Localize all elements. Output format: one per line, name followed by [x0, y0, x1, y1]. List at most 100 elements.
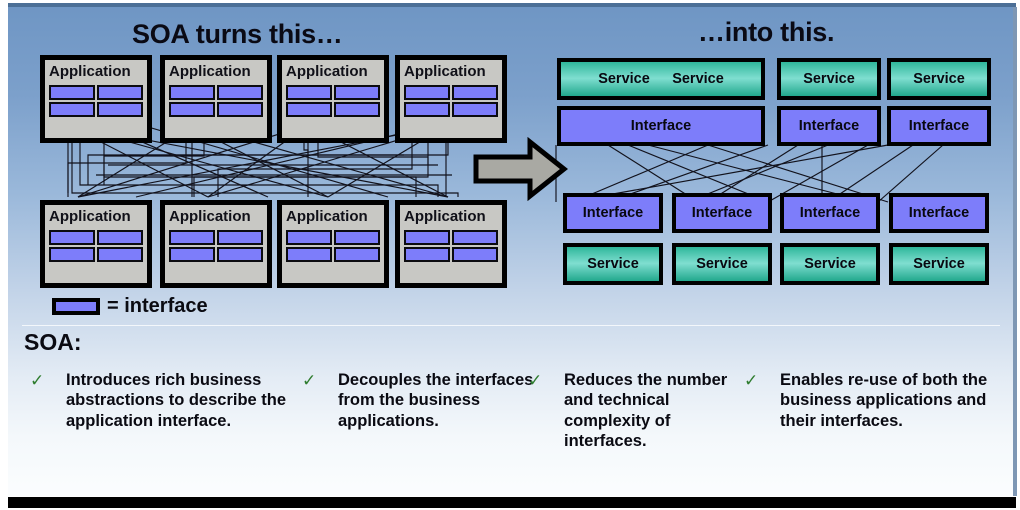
section-divider	[22, 325, 1000, 326]
service-box[interactable]: Service	[887, 58, 991, 100]
service-box[interactable]: Service	[780, 243, 880, 285]
interface-bar[interactable]	[452, 85, 498, 100]
interface-bar[interactable]	[334, 85, 380, 100]
application-box[interactable]: Application	[395, 55, 507, 143]
interface-bar[interactable]	[286, 102, 332, 117]
application-label: Application	[286, 208, 368, 225]
interface-bar[interactable]	[286, 85, 332, 100]
interface-bar[interactable]	[169, 247, 215, 262]
interface-box[interactable]: Interface	[889, 193, 989, 233]
service-box[interactable]: Service	[563, 243, 663, 285]
service-label: Service	[803, 71, 855, 87]
interface-bar[interactable]	[97, 230, 143, 245]
interface-grid	[404, 230, 498, 262]
interface-box[interactable]: Interface	[557, 106, 765, 146]
interface-bar[interactable]	[404, 230, 450, 245]
interface-bar[interactable]	[452, 230, 498, 245]
service-box[interactable]: Service	[889, 243, 989, 285]
application-label: Application	[169, 208, 251, 225]
application-box[interactable]: Application	[40, 200, 152, 288]
service-label: Service	[587, 256, 639, 272]
application-label: Application	[49, 208, 131, 225]
interface-bar[interactable]	[217, 85, 263, 100]
check-icon: ✓	[302, 371, 317, 390]
right-edge-rule	[1013, 7, 1017, 496]
service-label: Service	[696, 256, 748, 272]
application-box[interactable]: Application	[40, 55, 152, 143]
interface-bar[interactable]	[169, 85, 215, 100]
interface-grid	[286, 85, 380, 117]
interface-bar[interactable]	[49, 85, 95, 100]
interface-bar[interactable]	[217, 230, 263, 245]
interface-box[interactable]: Interface	[563, 193, 663, 233]
interface-box[interactable]: Interface	[777, 106, 881, 146]
service-label: Service	[598, 71, 650, 87]
bullet-text: Decouples the interfaces from the busine…	[338, 371, 534, 430]
application-label: Application	[404, 208, 486, 225]
application-box[interactable]: Application	[277, 200, 389, 288]
interface-bar[interactable]	[49, 102, 95, 117]
left-panel-title: SOA turns this…	[132, 19, 343, 49]
interface-bar[interactable]	[286, 247, 332, 262]
interface-grid	[169, 85, 263, 117]
application-label: Application	[404, 63, 486, 80]
application-box[interactable]: Application	[160, 55, 272, 143]
interface-label: Interface	[582, 205, 644, 221]
interface-bar[interactable]	[286, 230, 332, 245]
service-box[interactable]: Service	[672, 243, 772, 285]
interface-box[interactable]: Interface	[672, 193, 772, 233]
interface-bar[interactable]	[452, 247, 498, 262]
interface-bar[interactable]	[452, 102, 498, 117]
legend: = interface	[52, 295, 208, 318]
interface-label: Interface	[798, 118, 860, 134]
interface-bar[interactable]	[49, 230, 95, 245]
interface-bar[interactable]	[217, 102, 263, 117]
interface-box[interactable]: Interface	[887, 106, 991, 146]
service-label: Service	[804, 256, 856, 272]
interface-bar[interactable]	[169, 230, 215, 245]
check-icon: ✓	[528, 371, 543, 390]
interface-bar[interactable]	[97, 102, 143, 117]
interface-label: Interface	[630, 118, 692, 134]
interface-bar[interactable]	[404, 85, 450, 100]
interface-label: Interface	[908, 118, 970, 134]
interface-bar[interactable]	[97, 85, 143, 100]
bottom-bar	[8, 497, 1016, 508]
interface-bar[interactable]	[49, 247, 95, 262]
interface-grid	[49, 230, 143, 262]
legend-label: = interface	[107, 295, 208, 317]
application-label: Application	[286, 63, 368, 80]
service-box[interactable]: Service	[777, 58, 881, 100]
interface-box[interactable]: Interface	[780, 193, 880, 233]
interface-grid	[404, 85, 498, 117]
interface-label: Interface	[691, 205, 753, 221]
application-label: Application	[169, 63, 251, 80]
application-label: Application	[49, 63, 131, 80]
service-label: Service	[913, 71, 965, 87]
service-label: Service	[913, 256, 965, 272]
interface-bar[interactable]	[404, 102, 450, 117]
bullet-text: Enables re-use of both the business appl…	[780, 371, 988, 430]
interface-grid	[286, 230, 380, 262]
right-panel-title: …into this.	[698, 17, 835, 47]
interface-label: Interface	[908, 205, 970, 221]
interface-bar[interactable]	[169, 102, 215, 117]
application-box[interactable]: Application	[160, 200, 272, 288]
application-box[interactable]: Application	[277, 55, 389, 143]
bullet-text: Introduces rich business abstractions to…	[66, 371, 287, 430]
interface-bar[interactable]	[334, 230, 380, 245]
check-icon: ✓	[30, 371, 45, 390]
interface-swatch-icon	[52, 298, 100, 315]
interface-grid	[49, 85, 143, 117]
interface-bar[interactable]	[404, 247, 450, 262]
check-icon: ✓	[744, 371, 759, 390]
interface-bar[interactable]	[334, 102, 380, 117]
interface-grid	[169, 230, 263, 262]
service-box[interactable]: Service Service	[557, 58, 765, 100]
application-box[interactable]: Application	[395, 200, 507, 288]
slide-root: SOA turns this… …into this. Application …	[0, 0, 1020, 510]
interface-bar[interactable]	[334, 247, 380, 262]
section-heading: SOA:	[24, 329, 82, 355]
interface-bar[interactable]	[217, 247, 263, 262]
interface-bar[interactable]	[97, 247, 143, 262]
